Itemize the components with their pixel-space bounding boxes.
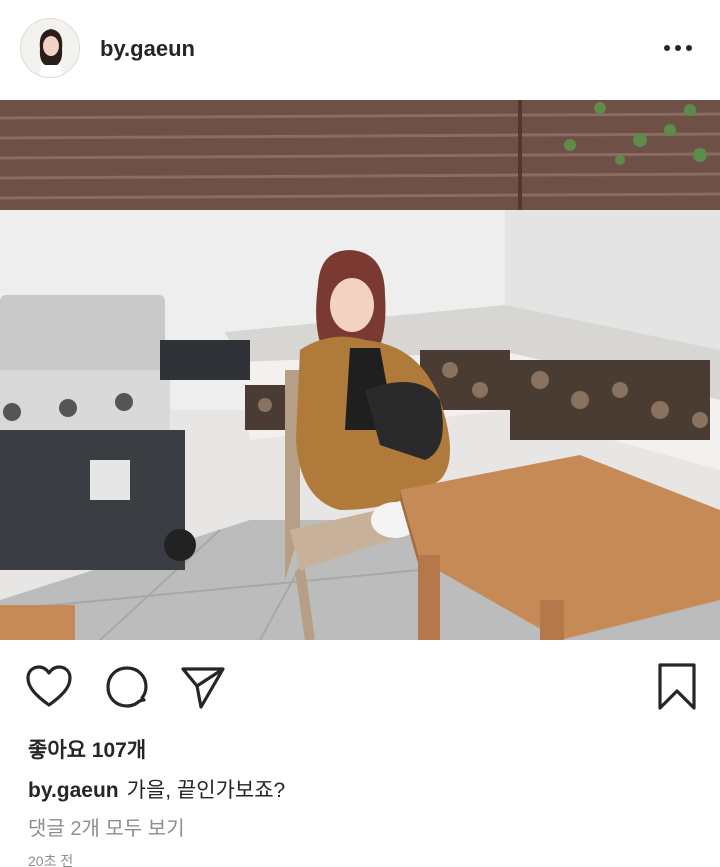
heart-icon xyxy=(26,665,72,707)
header-username[interactable]: by.gaeun xyxy=(100,36,195,62)
action-bar xyxy=(0,640,720,734)
comment-button[interactable] xyxy=(102,662,152,712)
comment-icon xyxy=(106,666,148,708)
send-icon xyxy=(181,667,225,709)
post-photo[interactable] xyxy=(0,100,720,640)
avatar-image xyxy=(21,19,79,77)
more-icon-dot xyxy=(686,45,692,51)
like-button[interactable] xyxy=(24,662,74,712)
caption: by.gaeun 가을, 끝인가보죠? xyxy=(28,774,285,804)
likes-count[interactable]: 좋아요 107개 xyxy=(28,734,146,764)
more-options-button[interactable] xyxy=(656,34,700,62)
save-button[interactable] xyxy=(652,662,702,712)
post-timestamp: 20초 전 xyxy=(28,853,74,867)
avatar[interactable] xyxy=(20,18,80,78)
view-all-comments-link[interactable]: 댓글 2개 모두 보기 xyxy=(28,812,185,841)
caption-username[interactable]: by.gaeun xyxy=(28,779,119,802)
share-button[interactable] xyxy=(178,662,228,712)
post-image xyxy=(0,100,720,640)
post-header: by.gaeun xyxy=(0,0,720,98)
more-icon xyxy=(664,45,670,51)
more-icon-dot xyxy=(675,45,681,51)
caption-text: 가을, 끝인가보죠? xyxy=(126,779,286,802)
bookmark-icon xyxy=(658,663,696,710)
